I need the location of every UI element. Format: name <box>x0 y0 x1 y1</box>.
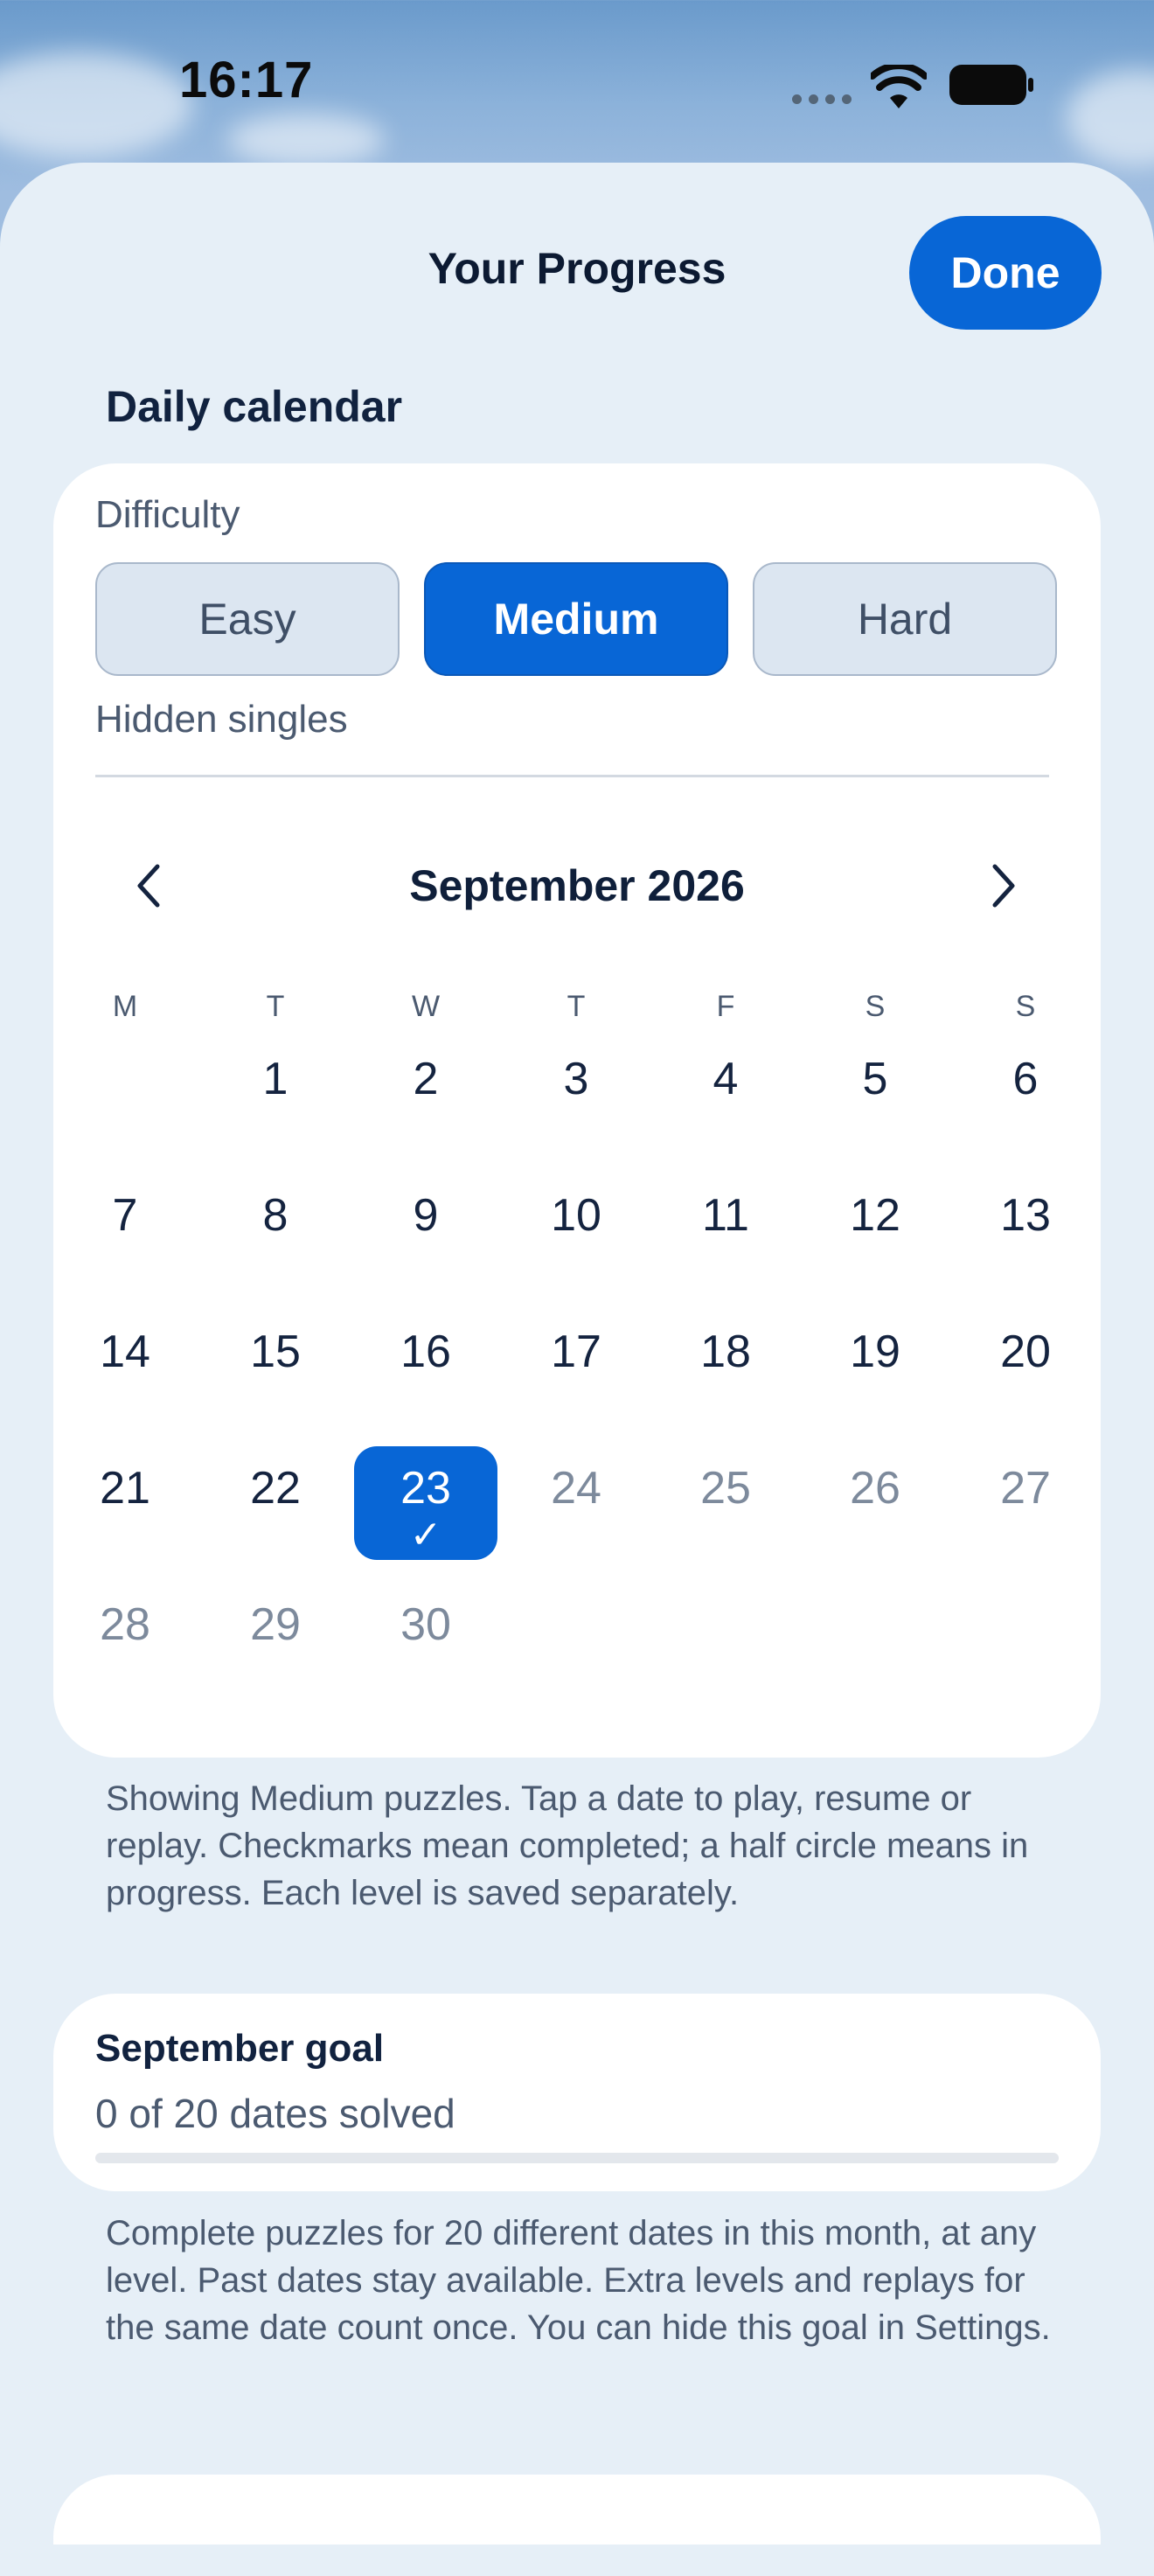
calendar-day-12[interactable]: 12 <box>803 1193 947 1306</box>
section-title-daily-calendar: Daily calendar <box>106 382 403 431</box>
calendar-day-28[interactable]: 28 <box>53 1602 197 1716</box>
battery-icon <box>949 65 1033 105</box>
calendar-day-number: 10 <box>551 1190 601 1241</box>
completed-check-icon: ✓ <box>409 1514 442 1556</box>
status-time: 16:17 <box>179 52 314 108</box>
calendar-day-number: 17 <box>551 1326 601 1377</box>
calendar-day-2[interactable]: 2 <box>354 1056 497 1170</box>
calendar-day-9[interactable]: 9 <box>354 1193 497 1306</box>
calendar-day-18[interactable]: 18 <box>654 1329 797 1443</box>
calendar-day-30[interactable]: 30 <box>354 1602 497 1716</box>
goal-count: 0 of 20 dates solved <box>95 2091 455 2136</box>
calendar-day-8[interactable]: 8 <box>204 1193 347 1306</box>
status-bar: 16:17 <box>0 0 1154 166</box>
calendar-day-number: 3 <box>563 1054 589 1104</box>
calendar-day-number: 25 <box>700 1463 751 1514</box>
calendar-day-number: 15 <box>250 1326 301 1377</box>
signal-dots-icon <box>792 94 852 104</box>
calendar-day-20[interactable]: 20 <box>954 1329 1097 1443</box>
calendar-day-1[interactable]: 1 <box>204 1056 347 1170</box>
calendar-day-4[interactable]: 4 <box>654 1056 797 1170</box>
calendar-day-number: 6 <box>1012 1054 1039 1104</box>
calendar-day-15[interactable]: 15 <box>204 1329 347 1443</box>
difficulty-easy-button[interactable]: Easy <box>95 562 400 676</box>
calendar-day-number: 18 <box>700 1326 751 1377</box>
weekday-label: W <box>411 990 441 1023</box>
goal-progress-bar <box>95 2153 1059 2163</box>
weekday-label: S <box>1015 990 1036 1023</box>
goal-note: Complete puzzles for 20 different dates … <box>106 2214 1051 2347</box>
calendar-day-3[interactable]: 3 <box>504 1056 648 1170</box>
weekday-label: S <box>865 990 886 1023</box>
weekday-label: T <box>567 990 586 1023</box>
calendar-day-number: 26 <box>850 1463 900 1514</box>
weekday-label: M <box>112 990 138 1023</box>
calendar-day-6[interactable]: 6 <box>954 1056 1097 1170</box>
calendar-day-number: 8 <box>262 1190 288 1241</box>
difficulty-hint: Hidden singles <box>95 698 348 741</box>
calendar-day-number: 22 <box>250 1463 301 1514</box>
goal-title: September goal <box>95 2027 385 2070</box>
calendar-day-25[interactable]: 25 <box>654 1466 797 1579</box>
next-month-button[interactable] <box>973 855 1034 916</box>
difficulty-medium-button[interactable]: Medium <box>424 562 728 676</box>
difficulty-hard-button[interactable]: Hard <box>753 562 1057 676</box>
calendar-day-number: 20 <box>1000 1326 1051 1377</box>
calendar-day-27[interactable]: 27 <box>954 1466 1097 1579</box>
calendar-day-number: 16 <box>400 1326 451 1377</box>
calendar-day-number: 28 <box>100 1599 150 1650</box>
calendar-day-number: 24 <box>551 1463 601 1514</box>
calendar-day-21[interactable]: 21 <box>53 1466 197 1579</box>
calendar-day-number: 14 <box>100 1326 150 1377</box>
calendar-day-number: 30 <box>400 1599 451 1650</box>
calendar-day-number: 4 <box>713 1054 739 1104</box>
calendar-day-23[interactable]: 23 ✓ <box>354 1446 497 1560</box>
calendar-day-number: 13 <box>1000 1190 1051 1241</box>
calendar-day-number: 11 <box>702 1190 749 1241</box>
calendar-day-24[interactable]: 24 <box>504 1466 648 1579</box>
weekday-label: F <box>716 990 735 1023</box>
calendar-day-17[interactable]: 17 <box>504 1329 648 1443</box>
calendar-day-number: 9 <box>413 1190 439 1241</box>
calendar-day-number: 29 <box>250 1599 301 1650</box>
calendar-day-13[interactable]: 13 <box>954 1193 1097 1306</box>
calendar-day-number: 2 <box>413 1054 439 1104</box>
calendar-day-16[interactable]: 16 <box>354 1329 497 1443</box>
calendar-day-number: 27 <box>1000 1463 1051 1514</box>
calendar-day-number: 23 <box>400 1463 451 1514</box>
calendar-day-14[interactable]: 14 <box>53 1329 197 1443</box>
calendar-day-29[interactable]: 29 <box>204 1602 347 1716</box>
calendar-day-5[interactable]: 5 <box>803 1056 947 1170</box>
weekday-label: T <box>266 990 285 1023</box>
calendar-day-11[interactable]: 11 <box>654 1193 797 1306</box>
calendar-day-number: 5 <box>862 1054 888 1104</box>
next-card <box>53 2475 1101 2545</box>
calendar-day-number: 7 <box>112 1190 138 1241</box>
calendar-day-number: 19 <box>850 1326 900 1377</box>
calendar-day-7[interactable]: 7 <box>53 1193 197 1306</box>
calendar-day-number: 1 <box>262 1054 288 1104</box>
divider <box>95 775 1049 777</box>
chevron-right-icon <box>992 864 1015 908</box>
calendar-note: Showing Medium puzzles. Tap a date to pl… <box>106 1779 1029 1912</box>
calendar-day-22[interactable]: 22 <box>204 1466 347 1579</box>
calendar-day-number: 12 <box>850 1190 900 1241</box>
difficulty-label: Difficulty <box>95 493 240 536</box>
calendar-day-26[interactable]: 26 <box>803 1466 947 1579</box>
done-button[interactable]: Done <box>909 216 1102 330</box>
calendar-day-10[interactable]: 10 <box>504 1193 648 1306</box>
calendar-day-19[interactable]: 19 <box>803 1329 947 1443</box>
calendar-day-number: 21 <box>100 1463 150 1514</box>
wifi-icon <box>871 65 927 108</box>
